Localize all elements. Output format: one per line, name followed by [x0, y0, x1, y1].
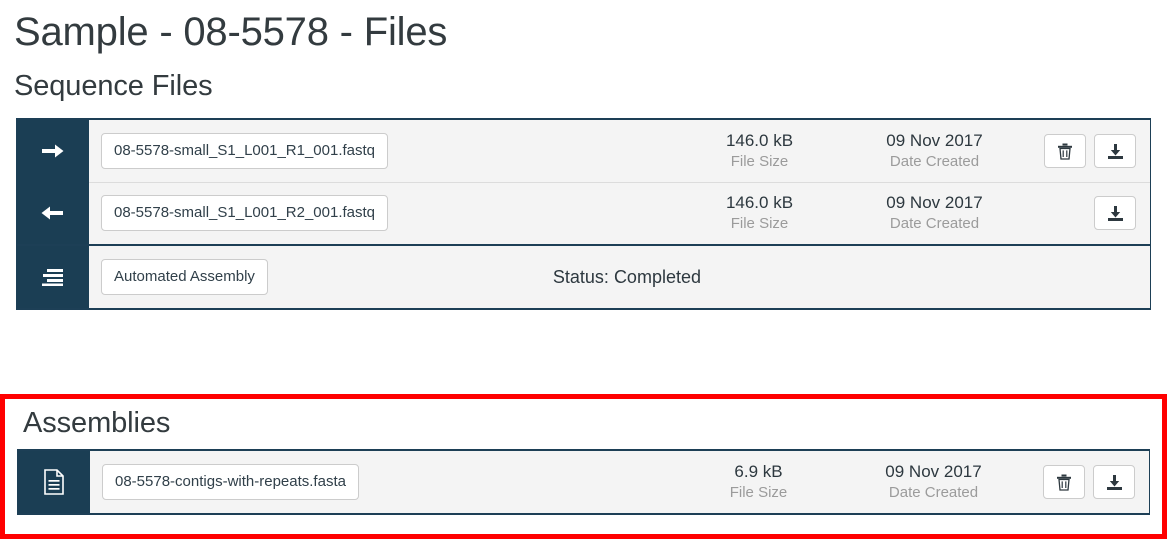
assemblies-heading: Assemblies — [23, 407, 171, 439]
download-icon — [1107, 143, 1123, 159]
row-content: 08-5578-contigs-with-repeats.fasta 6.9 k… — [90, 451, 1025, 513]
file-size-cell: 146.0 kB File Size — [672, 192, 847, 234]
file-size-value: 146.0 kB — [725, 131, 794, 150]
arrow-left-icon — [17, 182, 89, 244]
date-created-label: Date Created — [889, 153, 980, 171]
date-created-label: Date Created — [889, 215, 980, 233]
sequence-files-heading: Sequence Files — [14, 70, 213, 102]
file-size-label: File Size — [729, 484, 788, 502]
table-row[interactable]: 08-5578-contigs-with-repeats.fasta 6.9 k… — [18, 451, 1149, 513]
file-size-label: File Size — [730, 215, 789, 233]
file-name[interactable]: 08-5578-small_S1_L001_R2_001.fastq — [101, 195, 389, 231]
page-title: Sample - 08-5578 - Files — [14, 10, 448, 54]
row-content: Automated Assembly Status: Completed — [89, 246, 1150, 308]
assemblies-table: 08-5578-contigs-with-repeats.fasta 6.9 k… — [17, 449, 1150, 515]
assembly-row[interactable]: Automated Assembly Status: Completed — [17, 244, 1150, 308]
date-created-label: Date Created — [888, 484, 979, 502]
download-icon — [1106, 474, 1122, 490]
assembly-name[interactable]: Automated Assembly — [101, 259, 268, 295]
date-created-cell: 09 Nov 2017 Date Created — [847, 192, 1022, 234]
file-size-value: 146.0 kB — [725, 193, 794, 212]
file-size-label: File Size — [730, 153, 789, 171]
row-content: 08-5578-small_S1_L001_R1_001.fastq 146.0… — [89, 120, 1026, 182]
file-size-value: 6.9 kB — [734, 462, 783, 481]
date-created-cell: 09 Nov 2017 Date Created — [846, 461, 1021, 503]
file-name[interactable]: 08-5578-small_S1_L001_R1_001.fastq — [101, 133, 389, 169]
date-created-cell: 09 Nov 2017 Date Created — [847, 130, 1022, 172]
file-size-cell: 6.9 kB File Size — [671, 461, 846, 503]
assembly-status: Status: Completed — [552, 266, 701, 287]
align-bars-icon — [17, 246, 89, 308]
delete-button[interactable] — [1044, 134, 1086, 168]
arrow-right-icon — [17, 120, 89, 182]
row-content: 08-5578-small_S1_L001_R2_001.fastq 146.0… — [89, 182, 1026, 244]
file-name[interactable]: 08-5578-contigs-with-repeats.fasta — [102, 464, 359, 500]
row-actions — [1026, 182, 1150, 244]
sequence-files-table: 08-5578-small_S1_L001_R1_001.fastq 146.0… — [16, 118, 1151, 310]
date-created-value: 09 Nov 2017 — [886, 131, 983, 150]
date-created-value: 09 Nov 2017 — [886, 193, 983, 212]
download-icon — [1107, 205, 1123, 221]
trash-icon — [1058, 143, 1072, 160]
table-row[interactable]: 08-5578-small_S1_L001_R2_001.fastq 146.0… — [17, 182, 1150, 244]
delete-button[interactable] — [1043, 465, 1085, 499]
trash-icon — [1057, 474, 1071, 491]
document-icon — [18, 451, 90, 513]
download-button[interactable] — [1094, 196, 1136, 230]
download-button[interactable] — [1094, 134, 1136, 168]
assemblies-highlight-box: Assemblies 08-5578-contigs-with-repeats.… — [0, 394, 1167, 539]
row-actions — [1025, 451, 1149, 513]
download-button[interactable] — [1093, 465, 1135, 499]
file-size-cell: 146.0 kB File Size — [672, 130, 847, 172]
date-created-value: 09 Nov 2017 — [885, 462, 982, 481]
row-actions — [1026, 120, 1150, 182]
table-row[interactable]: 08-5578-small_S1_L001_R1_001.fastq 146.0… — [17, 120, 1150, 182]
